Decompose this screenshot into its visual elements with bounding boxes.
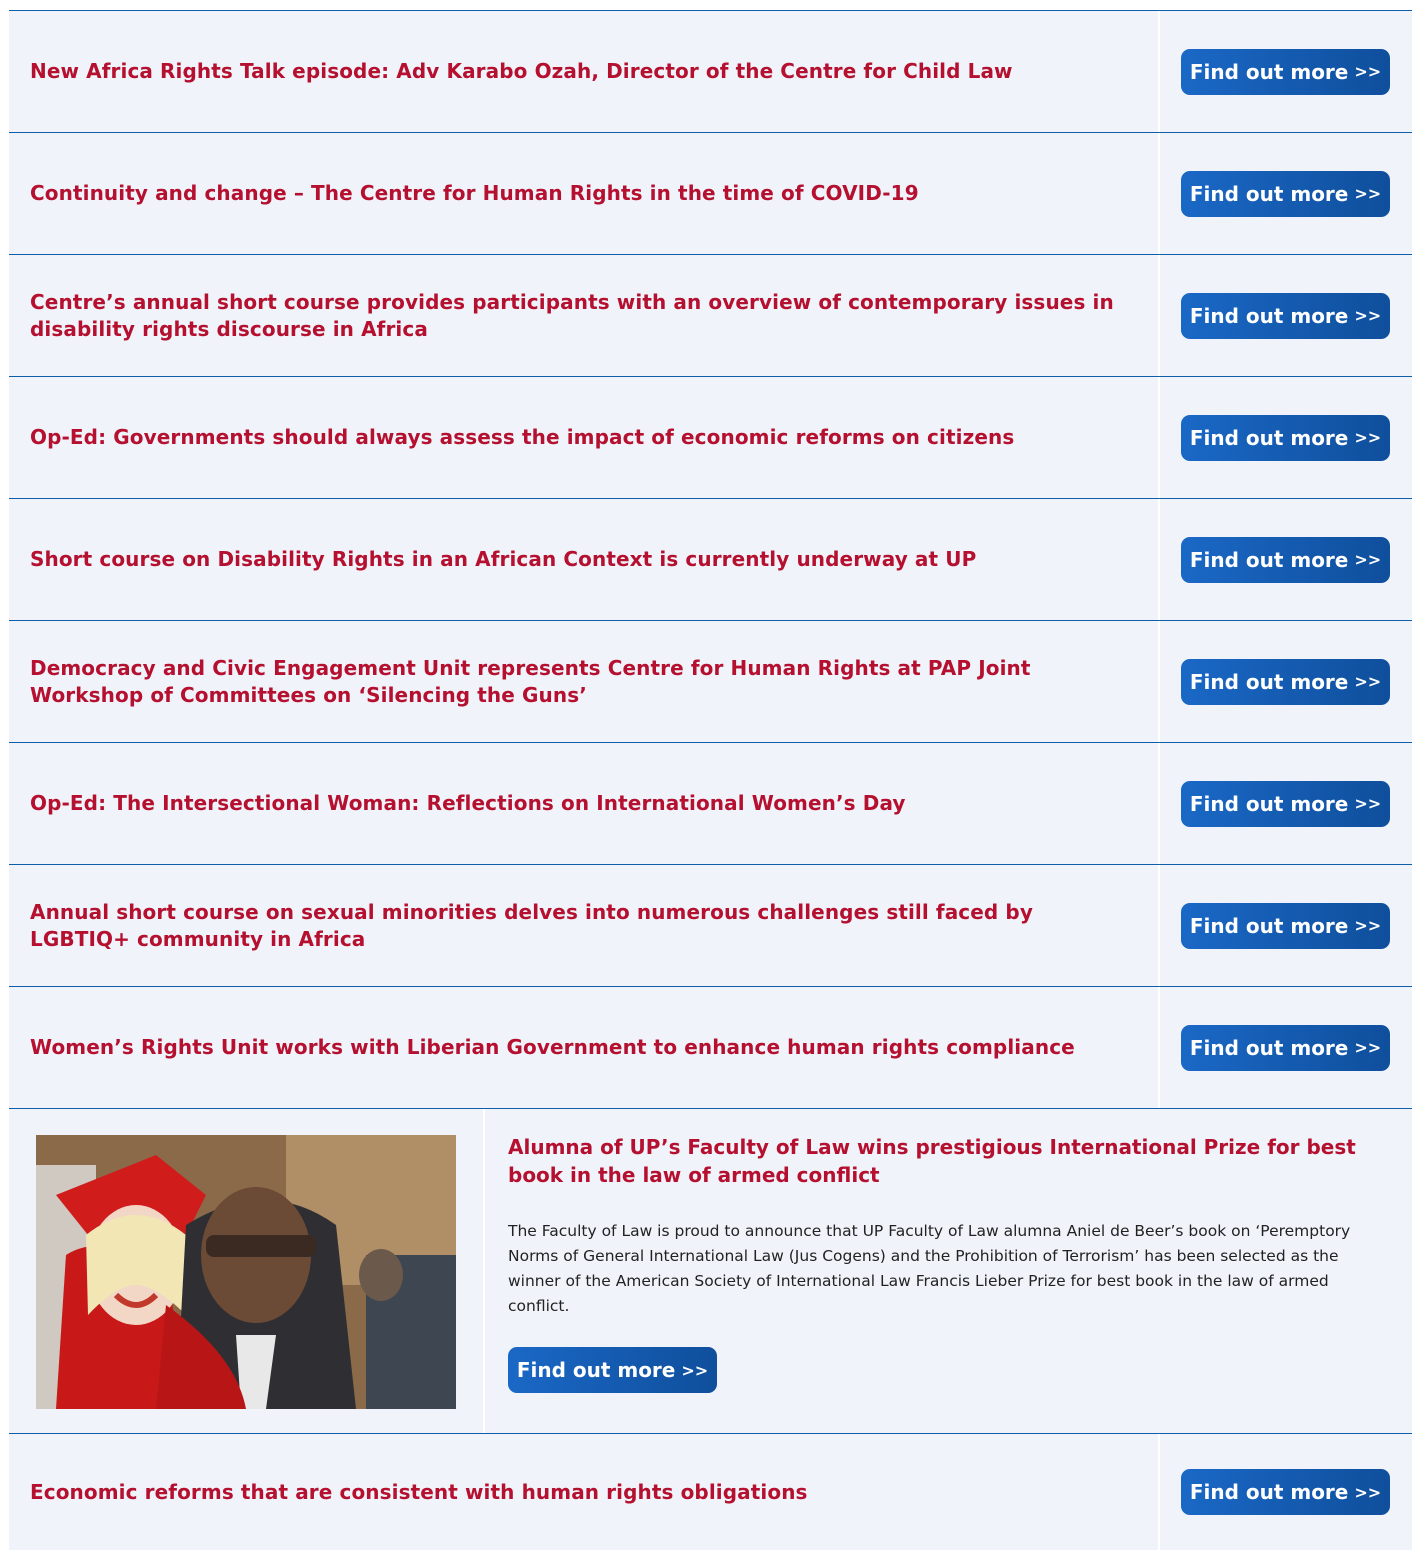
chevron-double-right-icon: >>	[1354, 550, 1382, 569]
news-title[interactable]: Annual short course on sexual minorities…	[30, 865, 1130, 986]
news-title[interactable]: Women’s Rights Unit works with Liberian …	[30, 987, 1130, 1108]
news-list: New Africa Rights Talk episode: Adv Kara…	[0, 10, 1417, 1550]
chevron-double-right-icon: >>	[1354, 62, 1382, 81]
list-item: Economic reforms that are consistent wit…	[9, 1433, 1412, 1550]
button-label: Find out more	[1189, 669, 1349, 694]
chevron-double-right-icon: >>	[1354, 916, 1382, 935]
button-label: Find out more	[1189, 1480, 1349, 1504]
cta-cell: Find out more >>	[1158, 865, 1412, 986]
news-title[interactable]: Op-Ed: The Intersectional Woman: Reflect…	[30, 743, 1130, 864]
button-label: Find out more	[1189, 59, 1349, 84]
list-item: Women’s Rights Unit works with Liberian …	[9, 986, 1412, 1108]
list-item: Op-Ed: The Intersectional Woman: Reflect…	[9, 742, 1412, 864]
list-item: Annual short course on sexual minorities…	[9, 864, 1412, 986]
news-title[interactable]: New Africa Rights Talk episode: Adv Kara…	[30, 11, 1130, 132]
feature-title[interactable]: Alumna of UP’s Faculty of Law wins prest…	[508, 1133, 1394, 1189]
list-item: Centre’s annual short course provides pa…	[9, 254, 1412, 376]
chevron-double-right-icon: >>	[681, 1360, 709, 1380]
button-label: Find out more	[1189, 913, 1349, 938]
chevron-double-right-icon: >>	[1354, 1038, 1382, 1057]
find-out-more-button[interactable]: Find out more >>	[1181, 780, 1390, 827]
chevron-double-right-icon: >>	[1354, 794, 1382, 813]
button-label: Find out more	[516, 1358, 676, 1382]
featured-news-item: Alumna of UP’s Faculty of Law wins prest…	[9, 1108, 1412, 1433]
find-out-more-button[interactable]: Find out more >>	[1181, 414, 1390, 461]
cta-cell: Find out more >>	[1158, 377, 1412, 498]
find-out-more-button[interactable]: Find out more >>	[1181, 170, 1390, 217]
news-title[interactable]: Op-Ed: Governments should always assess …	[30, 377, 1130, 498]
cta-cell: Find out more >>	[1158, 499, 1412, 620]
button-label: Find out more	[1189, 181, 1349, 206]
news-title[interactable]: Short course on Disability Rights in an …	[30, 499, 1130, 620]
cta-cell: Find out more >>	[1158, 255, 1412, 376]
news-title[interactable]: Continuity and change – The Centre for H…	[30, 133, 1130, 254]
button-label: Find out more	[1189, 791, 1349, 816]
find-out-more-button[interactable]: Find out more >>	[1181, 48, 1390, 95]
cta-cell: Find out more >>	[1158, 743, 1412, 864]
news-title[interactable]: Democracy and Civic Engagement Unit repr…	[30, 621, 1130, 742]
find-out-more-button[interactable]: Find out more >>	[1181, 292, 1390, 339]
button-label: Find out more	[1189, 425, 1349, 450]
find-out-more-button[interactable]: Find out more >>	[1181, 1024, 1390, 1071]
cta-cell: Find out more >>	[1158, 11, 1412, 132]
cta-cell: Find out more >>	[1158, 987, 1412, 1108]
chevron-double-right-icon: >>	[1354, 306, 1382, 325]
button-label: Find out more	[1189, 1035, 1349, 1060]
find-out-more-button[interactable]: Find out more >>	[1181, 536, 1390, 583]
photo-cell	[9, 1109, 485, 1433]
list-item: Democracy and Civic Engagement Unit repr…	[9, 620, 1412, 742]
find-out-more-button[interactable]: Find out more >>	[1181, 902, 1390, 949]
cta-cell: Find out more >>	[1158, 133, 1412, 254]
button-label: Find out more	[1189, 303, 1349, 328]
list-item: Op-Ed: Governments should always assess …	[9, 376, 1412, 498]
find-out-more-button[interactable]: Find out more >>	[1181, 1469, 1390, 1515]
feature-photo[interactable]	[36, 1135, 456, 1409]
list-item: New Africa Rights Talk episode: Adv Kara…	[9, 10, 1412, 132]
cta-cell: Find out more >>	[1158, 621, 1412, 742]
cta-cell: Find out more >>	[1158, 1434, 1412, 1550]
list-item: Short course on Disability Rights in an …	[9, 498, 1412, 620]
chevron-double-right-icon: >>	[1354, 1482, 1382, 1502]
feature-description: The Faculty of Law is proud to announce …	[508, 1222, 1351, 1315]
chevron-double-right-icon: >>	[1354, 672, 1382, 691]
news-title[interactable]: Economic reforms that are consistent wit…	[30, 1434, 1130, 1550]
list-item: Continuity and change – The Centre for H…	[9, 132, 1412, 254]
news-title[interactable]: Centre’s annual short course provides pa…	[30, 255, 1130, 376]
chevron-double-right-icon: >>	[1354, 184, 1382, 203]
feature-body: Alumna of UP’s Faculty of Law wins prest…	[508, 1133, 1394, 1393]
find-out-more-button[interactable]: Find out more >>	[1181, 658, 1390, 705]
chevron-double-right-icon: >>	[1354, 428, 1382, 447]
find-out-more-button[interactable]: Find out more >>	[508, 1347, 717, 1393]
button-label: Find out more	[1189, 547, 1349, 572]
